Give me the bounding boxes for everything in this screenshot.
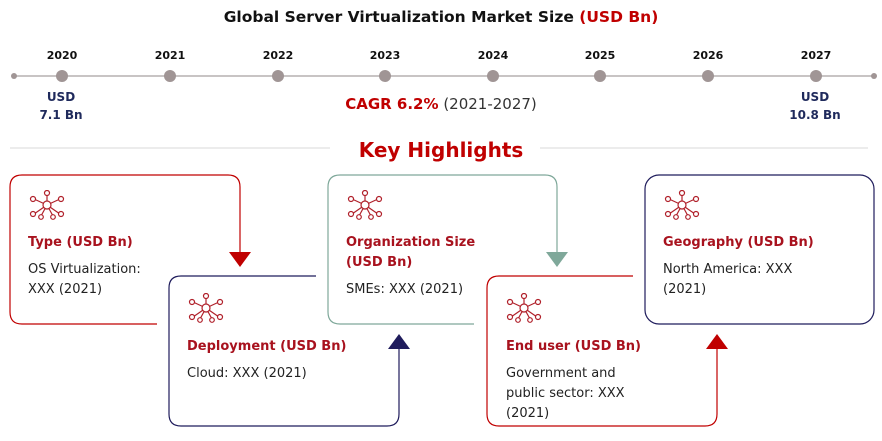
- segment-label-geography: Geography (USD Bn): [663, 235, 814, 250]
- segment-value-organization-size: SMEs: XXX (2021): [346, 282, 464, 297]
- segment-label-organization-size: Organization Size (USD Bn): [346, 235, 476, 270]
- segment-label-end-user: End user (USD Bn): [506, 339, 641, 354]
- network-hub-icon: [29, 190, 65, 220]
- card-connectors: [9, 174, 875, 427]
- segment-value-deployment: Cloud: XXX (2021): [187, 366, 307, 381]
- network-hub-icon: [664, 190, 700, 220]
- network-hub-icon: [347, 190, 383, 220]
- segment-value-end-user: Government and public sector: XXX (2021): [506, 366, 625, 421]
- segment-value-type: OS Virtualization: XXX (2021): [28, 262, 141, 297]
- network-hub-icon: [188, 293, 224, 323]
- segment-label-deployment: Deployment (USD Bn): [187, 339, 347, 354]
- segment-label-type: Type (USD Bn): [28, 235, 133, 250]
- segment-value-geography: North America: XXX (2021): [663, 262, 793, 297]
